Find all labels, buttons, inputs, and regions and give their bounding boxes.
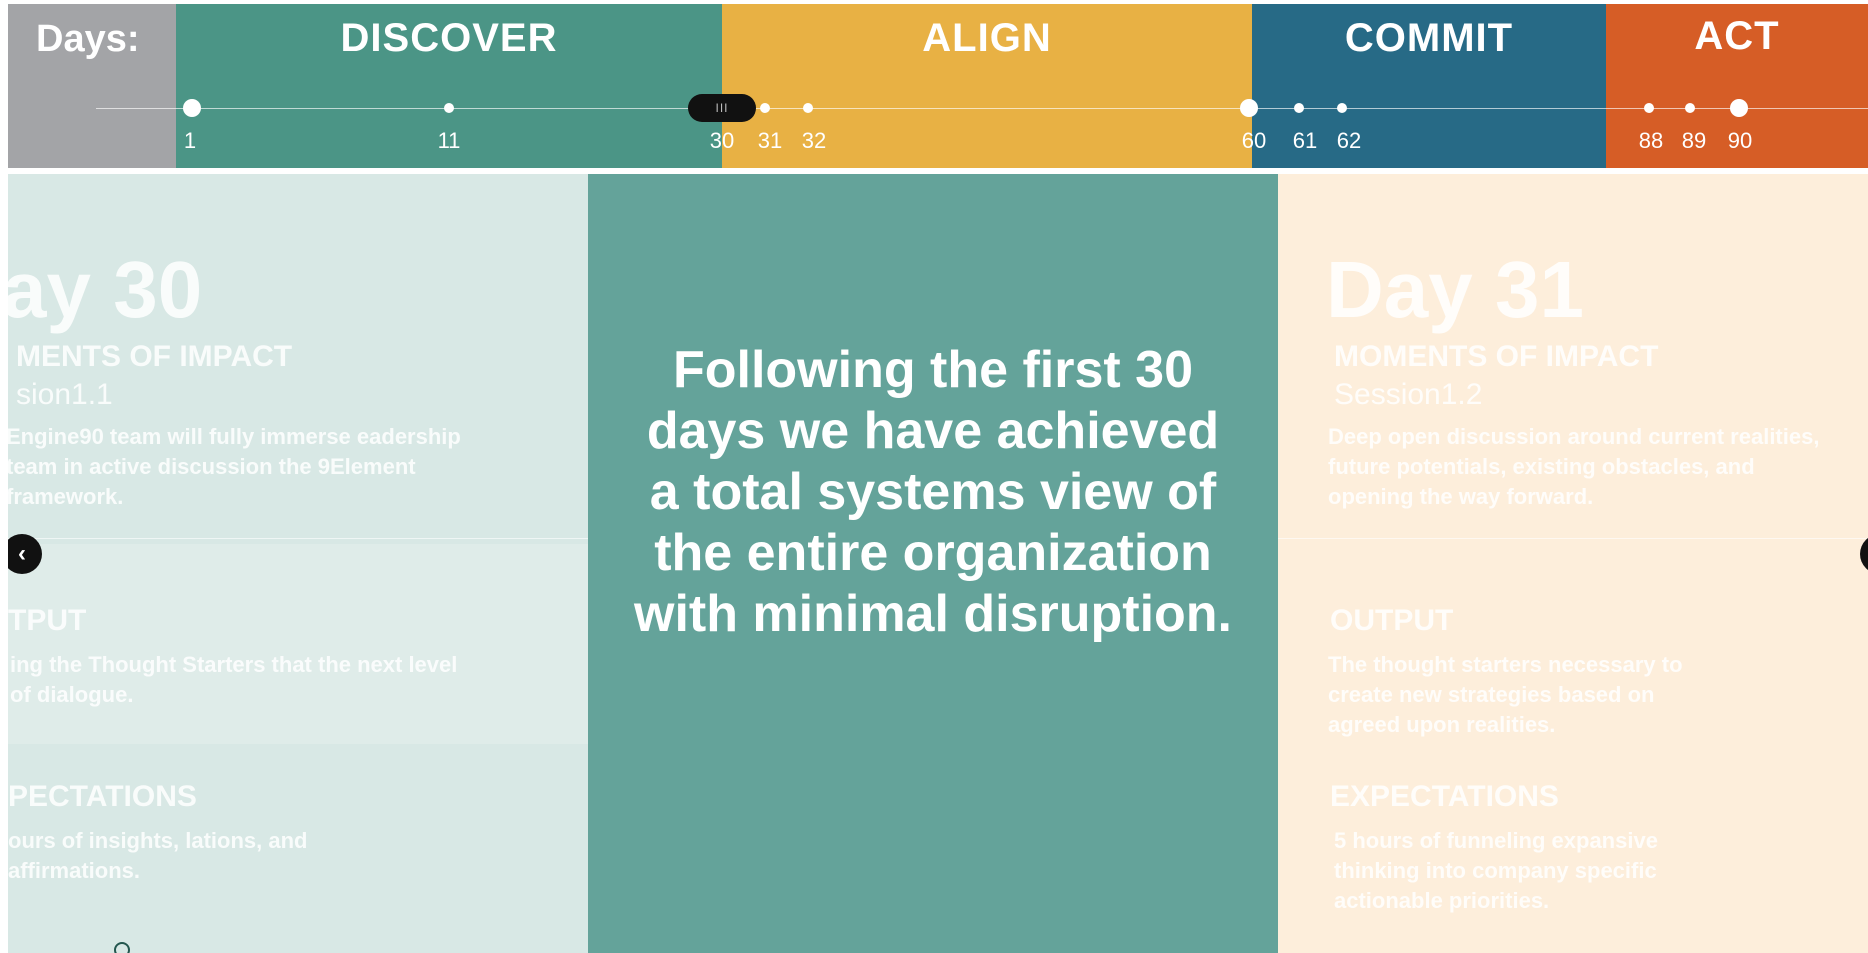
day-marker-dot[interactable] — [444, 103, 454, 113]
expectations-heading: EXPECTATIONS — [1330, 780, 1559, 813]
day-number[interactable]: 89 — [1682, 128, 1706, 154]
timeline-track — [96, 108, 1868, 109]
day-number[interactable]: 31 — [758, 128, 782, 154]
day-number[interactable]: 62 — [1337, 128, 1361, 154]
phase-commit-label: COMMIT — [1344, 16, 1514, 60]
day-title: Day 31 — [1326, 245, 1584, 334]
day-number[interactable]: 32 — [802, 128, 826, 154]
session-label: sion1.1 — [16, 378, 113, 411]
expectations-text: ours of insights, lations, and affirmati… — [8, 828, 308, 883]
day-number[interactable]: 61 — [1293, 128, 1317, 154]
expectations-text: 5 hours of funneling expansive thinking … — [1334, 828, 1658, 913]
day-marker-dot[interactable] — [1730, 99, 1748, 117]
moments-heading: MENTS OF IMPACT — [16, 340, 293, 373]
slide-day-30: ay 30 MENTS OF IMPACT sion1.1 Engine90 t… — [8, 174, 588, 953]
cursor-indicator — [114, 942, 130, 953]
day-marker-dot[interactable] — [1685, 103, 1695, 113]
session-label: Session1.2 — [1334, 378, 1483, 411]
day-number[interactable]: 88 — [1639, 128, 1663, 154]
day-marker-dot[interactable] — [1240, 99, 1258, 117]
divider — [1278, 538, 1868, 539]
day-number[interactable]: 60 — [1242, 128, 1266, 154]
slide-summary: Following the first 30 days we have achi… — [588, 174, 1278, 953]
row-band — [8, 544, 588, 744]
day-number[interactable]: 1 — [184, 128, 196, 154]
day-marker-dot[interactable] — [1294, 103, 1304, 113]
days-segment: Days: — [8, 4, 176, 168]
grip-icon: III — [715, 101, 729, 115]
day-number[interactable]: 90 — [1728, 128, 1752, 154]
day-carousel: ay 30 MENTS OF IMPACT sion1.1 Engine90 t… — [8, 174, 1868, 953]
day-number[interactable]: 30 — [710, 128, 734, 154]
day-title: ay 30 — [8, 245, 203, 334]
day-number[interactable]: 11 — [438, 128, 461, 154]
output-text: ing the Thought Starters that the next l… — [10, 652, 458, 707]
day-marker-dot[interactable] — [803, 103, 813, 113]
session-description: Engine90 team will fully immerse eadersh… — [8, 424, 461, 509]
divider — [8, 538, 588, 539]
day-marker-dot[interactable] — [1337, 103, 1347, 113]
timeline-scrubber-handle[interactable]: III — [688, 94, 756, 122]
expectations-heading: PECTATIONS — [8, 780, 197, 813]
day-marker-dot[interactable] — [183, 99, 201, 117]
phase-align-label: ALIGN — [922, 16, 1052, 60]
phase-act-label: ACT — [1694, 14, 1780, 58]
output-text: The thought starters necessary to create… — [1328, 652, 1683, 737]
chevron-left-icon: ‹ — [18, 540, 26, 567]
days-label: Days: — [36, 18, 140, 60]
timeline-bar: Days: DISCOVER ALIGN COMMIT ACT 1 11 30 … — [8, 4, 1868, 168]
output-heading: TPUT — [8, 604, 87, 637]
output-heading: OUTPUT — [1330, 604, 1454, 637]
day-marker-dot[interactable] — [760, 103, 770, 113]
moments-heading: MOMENTS OF IMPACT — [1334, 340, 1659, 373]
summary-statement: Following the first 30 days we have achi… — [634, 341, 1232, 643]
day-marker-dot[interactable] — [1644, 103, 1654, 113]
phase-discover-label: DISCOVER — [340, 16, 558, 60]
session-description: Deep open discussion around current real… — [1328, 424, 1820, 509]
slide-day-31: Day 31 MOMENTS OF IMPACT Session1.2 Deep… — [1278, 174, 1868, 953]
